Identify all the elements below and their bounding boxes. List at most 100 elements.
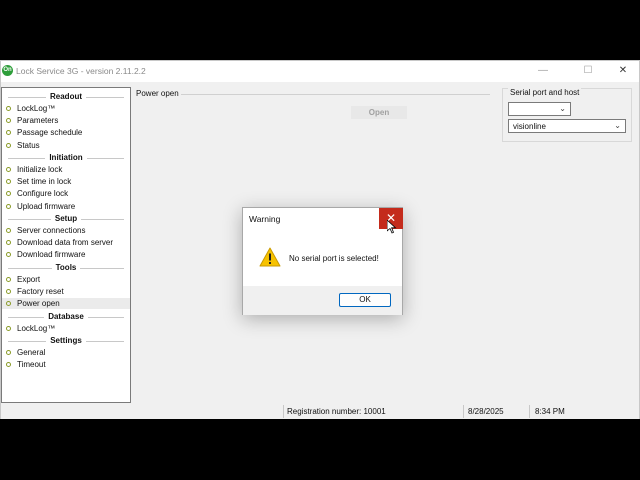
sidebar-section-header: Initiation: [2, 153, 130, 163]
sidebar-item[interactable]: Initialize lock: [2, 164, 130, 175]
status-divider: [463, 405, 464, 418]
ok-button[interactable]: OK: [339, 293, 391, 307]
bullet-icon: [6, 203, 11, 209]
title-bar[interactable]: On Lock Service 3G - version 2.11.2.2 — …: [1, 61, 639, 82]
sidebar-item[interactable]: Parameters: [2, 115, 130, 126]
serial-port-combo[interactable]: ⌄: [508, 102, 571, 116]
bullet-icon: [6, 301, 11, 307]
sidebar-item-label: General: [17, 348, 46, 357]
bullet-icon: [6, 362, 11, 368]
bullet-icon: [6, 289, 11, 295]
bullet-icon: [6, 167, 11, 172]
sidebar-section-label: Initiation: [45, 153, 87, 162]
sidebar-section-header: Settings: [2, 336, 130, 346]
dialog-title-bar[interactable]: Warning ✕: [243, 208, 403, 229]
sidebar-item-label: Status: [17, 140, 40, 150]
sidebar-item[interactable]: Configure lock: [2, 188, 130, 199]
sidebar-item-label: Initialize lock: [17, 165, 63, 174]
sidebar-section-header: Database: [2, 312, 130, 322]
sidebar-item-label: Parameters: [17, 116, 59, 126]
sidebar-section-label: Setup: [50, 214, 82, 223]
sidebar-item[interactable]: General: [2, 347, 130, 358]
sidebar-item-label: Passage schedule: [17, 128, 83, 138]
bullet-icon: [6, 252, 11, 258]
group-divider: [181, 94, 490, 95]
chevron-down-icon: ⌄: [559, 104, 566, 113]
bullet-icon: [6, 326, 11, 331]
sidebar-section-title: Settings: [2, 336, 130, 346]
bullet-icon: [6, 191, 11, 197]
power-open-group-title: Power open: [136, 89, 179, 98]
sidebar-section-label: Settings: [46, 336, 86, 345]
app-logo-icon: On: [2, 65, 13, 76]
sidebar-section-title: Database: [2, 312, 130, 322]
sidebar-item[interactable]: Upload firmware: [2, 201, 130, 212]
warning-icon: [259, 247, 281, 267]
maximize-button[interactable]: ☐: [576, 63, 600, 79]
open-button[interactable]: Open: [351, 106, 407, 119]
sidebar-item[interactable]: Download firmware: [2, 249, 130, 260]
serial-group-title: Serial port and host: [508, 88, 582, 97]
bullet-icon: [6, 277, 11, 282]
bullet-icon: [6, 118, 11, 124]
sidebar-item[interactable]: Server connections: [2, 225, 130, 236]
minimize-button[interactable]: —: [531, 63, 555, 79]
dialog-title: Warning: [249, 214, 281, 224]
sidebar-item[interactable]: Set time in lock: [2, 176, 130, 187]
sidebar-section-title: Readout: [2, 92, 130, 102]
sidebar-item-label: Configure lock: [17, 189, 69, 199]
sidebar-section-label: Readout: [46, 92, 86, 101]
sidebar-section-header: Readout: [2, 92, 130, 102]
sidebar-item[interactable]: Timeout: [2, 359, 130, 370]
sidebar-item-label: Set time in lock: [17, 177, 72, 187]
dialog-message: No serial port is selected!: [289, 254, 379, 263]
sidebar-item-label: Upload firmware: [17, 201, 76, 211]
status-time: 8:34 PM: [535, 407, 565, 416]
status-divider: [529, 405, 530, 418]
sidebar-item[interactable]: Factory reset: [2, 286, 130, 297]
mouse-cursor-icon: [387, 220, 397, 234]
status-divider: [283, 405, 284, 418]
bullet-icon: [6, 142, 11, 148]
sidebar-item[interactable]: Status: [2, 140, 130, 151]
sidebar-item-label: Server connections: [17, 226, 86, 235]
sidebar-section-header: Setup: [2, 214, 130, 224]
sidebar-item-label: Download data from server: [17, 238, 114, 248]
registration-number: Registration number: 10001: [287, 407, 386, 416]
sidebar-item-label: LockLog™: [17, 324, 56, 333]
bullet-icon: [6, 240, 11, 246]
sidebar-item-label: Power open: [17, 299, 60, 309]
sidebar-section-label: Tools: [51, 263, 81, 272]
host-combo[interactable]: visionline ⌄: [508, 119, 626, 133]
sidebar-item-label: Download firmware: [17, 250, 86, 260]
sidebar-section-header: Tools: [2, 263, 130, 273]
status-date: 8/28/2025: [468, 407, 504, 416]
sidebar-item[interactable]: LockLog™: [2, 323, 130, 334]
status-bar: Registration number: 10001 8/28/2025 8:3…: [1, 403, 639, 419]
sidebar-section-title: Initiation: [2, 153, 130, 163]
sidebar-section-title: Setup: [2, 214, 130, 224]
chevron-down-icon: ⌄: [614, 121, 621, 130]
sidebar-item-label: LockLog™: [17, 104, 56, 113]
sidebar-item[interactable]: Passage schedule: [2, 127, 130, 138]
host-value: visionline: [513, 122, 546, 131]
sidebar-section-label: Database: [44, 312, 88, 321]
sidebar-section-title: Tools: [2, 263, 130, 273]
sidebar-item-label: Factory reset: [17, 287, 64, 297]
sidebar-item[interactable]: Power open: [2, 298, 130, 310]
sidebar-item[interactable]: LockLog™: [2, 103, 130, 114]
window-title: Lock Service 3G - version 2.11.2.2: [16, 66, 146, 76]
sidebar-item[interactable]: Download data from server: [2, 237, 130, 248]
sidebar-item-label: Timeout: [17, 360, 46, 370]
sidebar-item-label: Export: [17, 275, 41, 284]
bullet-icon: [6, 350, 11, 355]
bullet-icon: [6, 130, 11, 136]
sidebar-nav: Readout LockLog™ Parameters Passage schedul…: [1, 87, 131, 403]
bullet-icon: [6, 179, 11, 185]
dialog-body: No serial port is selected!: [243, 229, 402, 286]
sidebar-item[interactable]: Export: [2, 274, 130, 285]
bullet-icon: [6, 106, 11, 111]
close-window-button[interactable]: ✕: [611, 63, 635, 79]
bullet-icon: [6, 228, 11, 233]
warning-dialog: Warning ✕ No serial port is selected! OK: [242, 207, 403, 315]
